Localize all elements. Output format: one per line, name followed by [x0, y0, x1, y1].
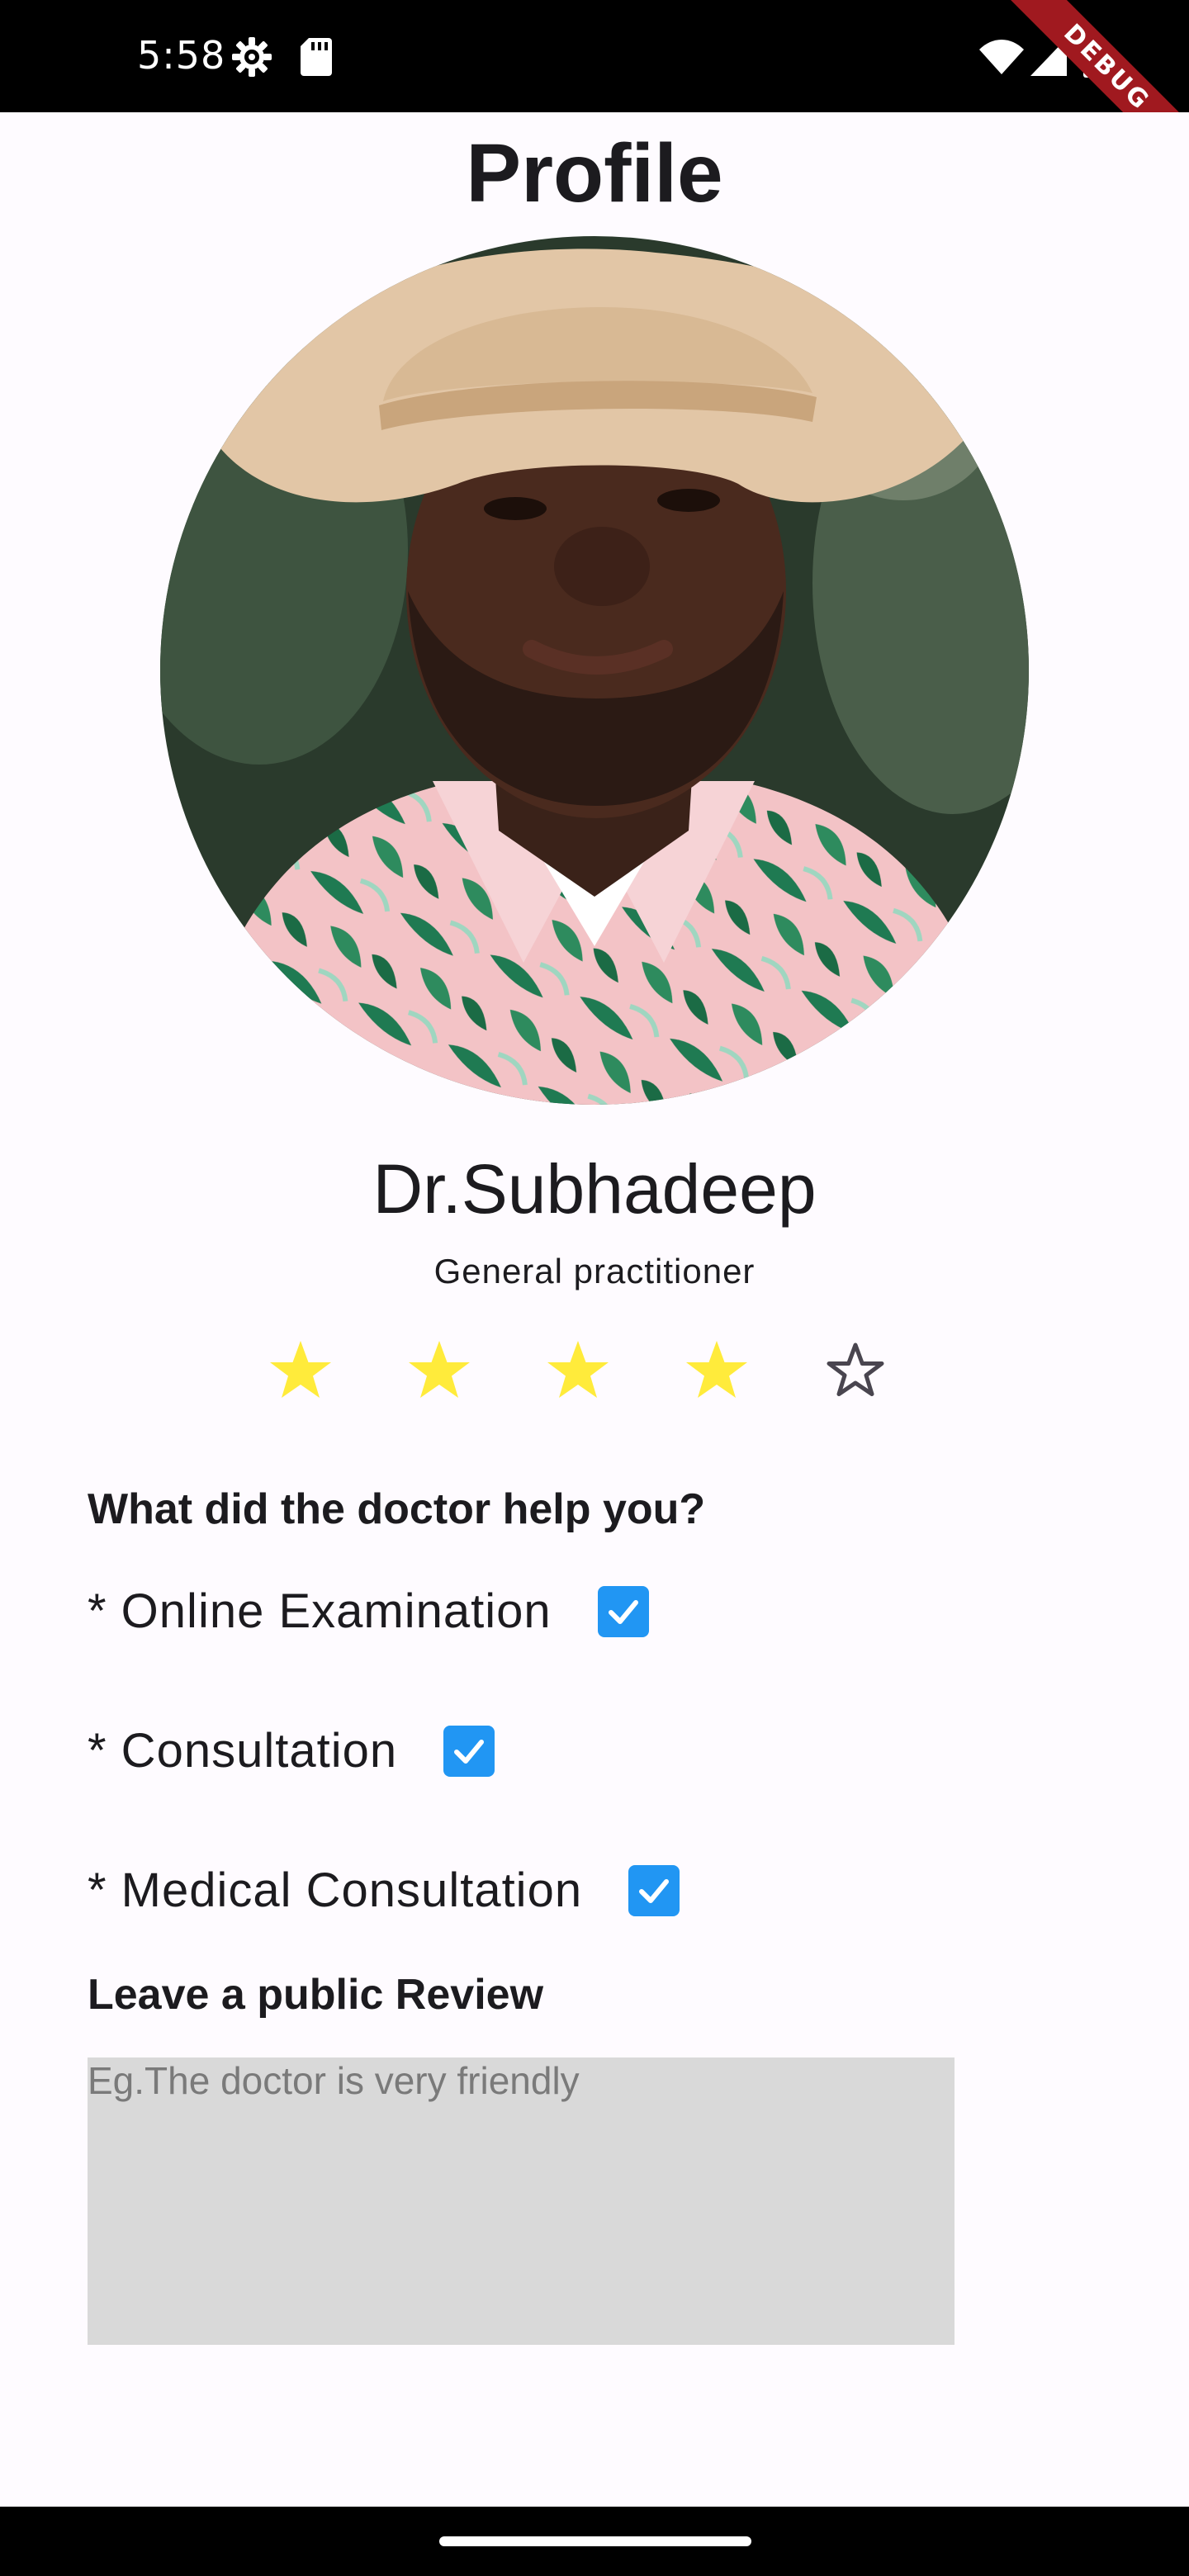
home-gesture-handle[interactable]	[439, 2536, 751, 2546]
option-consultation: * Consultation	[88, 1718, 495, 1784]
review-section-heading: Leave a public Review	[88, 1971, 544, 2019]
star-rating[interactable]	[0, 1338, 1189, 1407]
star-icon[interactable]	[821, 1338, 890, 1407]
option-medical-consultation: * Medical Consultation	[88, 1858, 680, 1924]
navigation-bar	[0, 2507, 1189, 2576]
doctor-avatar	[160, 236, 1029, 1105]
check-icon	[608, 1600, 638, 1624]
wifi-icon	[979, 40, 1024, 78]
check-icon	[639, 1879, 670, 1903]
option-label: * Online Examination	[88, 1584, 552, 1638]
option-label: * Medical Consultation	[88, 1863, 583, 1917]
help-section-heading: What did the doctor help you?	[88, 1485, 706, 1533]
star-icon[interactable]	[543, 1338, 613, 1407]
gear-icon	[231, 36, 272, 82]
medical-consultation-checkbox[interactable]	[628, 1865, 680, 1916]
option-online-examination: * Online Examination	[88, 1579, 649, 1645]
status-time: 5:58	[137, 33, 226, 78]
star-icon[interactable]	[405, 1338, 474, 1407]
review-input[interactable]	[88, 2057, 955, 2345]
status-bar: 5:58 DEBUG	[0, 0, 1189, 112]
online-examination-checkbox[interactable]	[597, 1586, 649, 1637]
doctor-specialty: General practitioner	[433, 1252, 756, 1290]
page-title: Profile	[466, 127, 723, 220]
sd-card-icon	[301, 38, 332, 80]
option-label: * Consultation	[88, 1724, 398, 1778]
star-icon[interactable]	[266, 1338, 335, 1407]
check-icon	[454, 1740, 485, 1764]
consultation-checkbox[interactable]	[443, 1726, 495, 1777]
doctor-name: Dr.Subhadeep	[372, 1150, 817, 1228]
star-icon[interactable]	[682, 1338, 751, 1407]
